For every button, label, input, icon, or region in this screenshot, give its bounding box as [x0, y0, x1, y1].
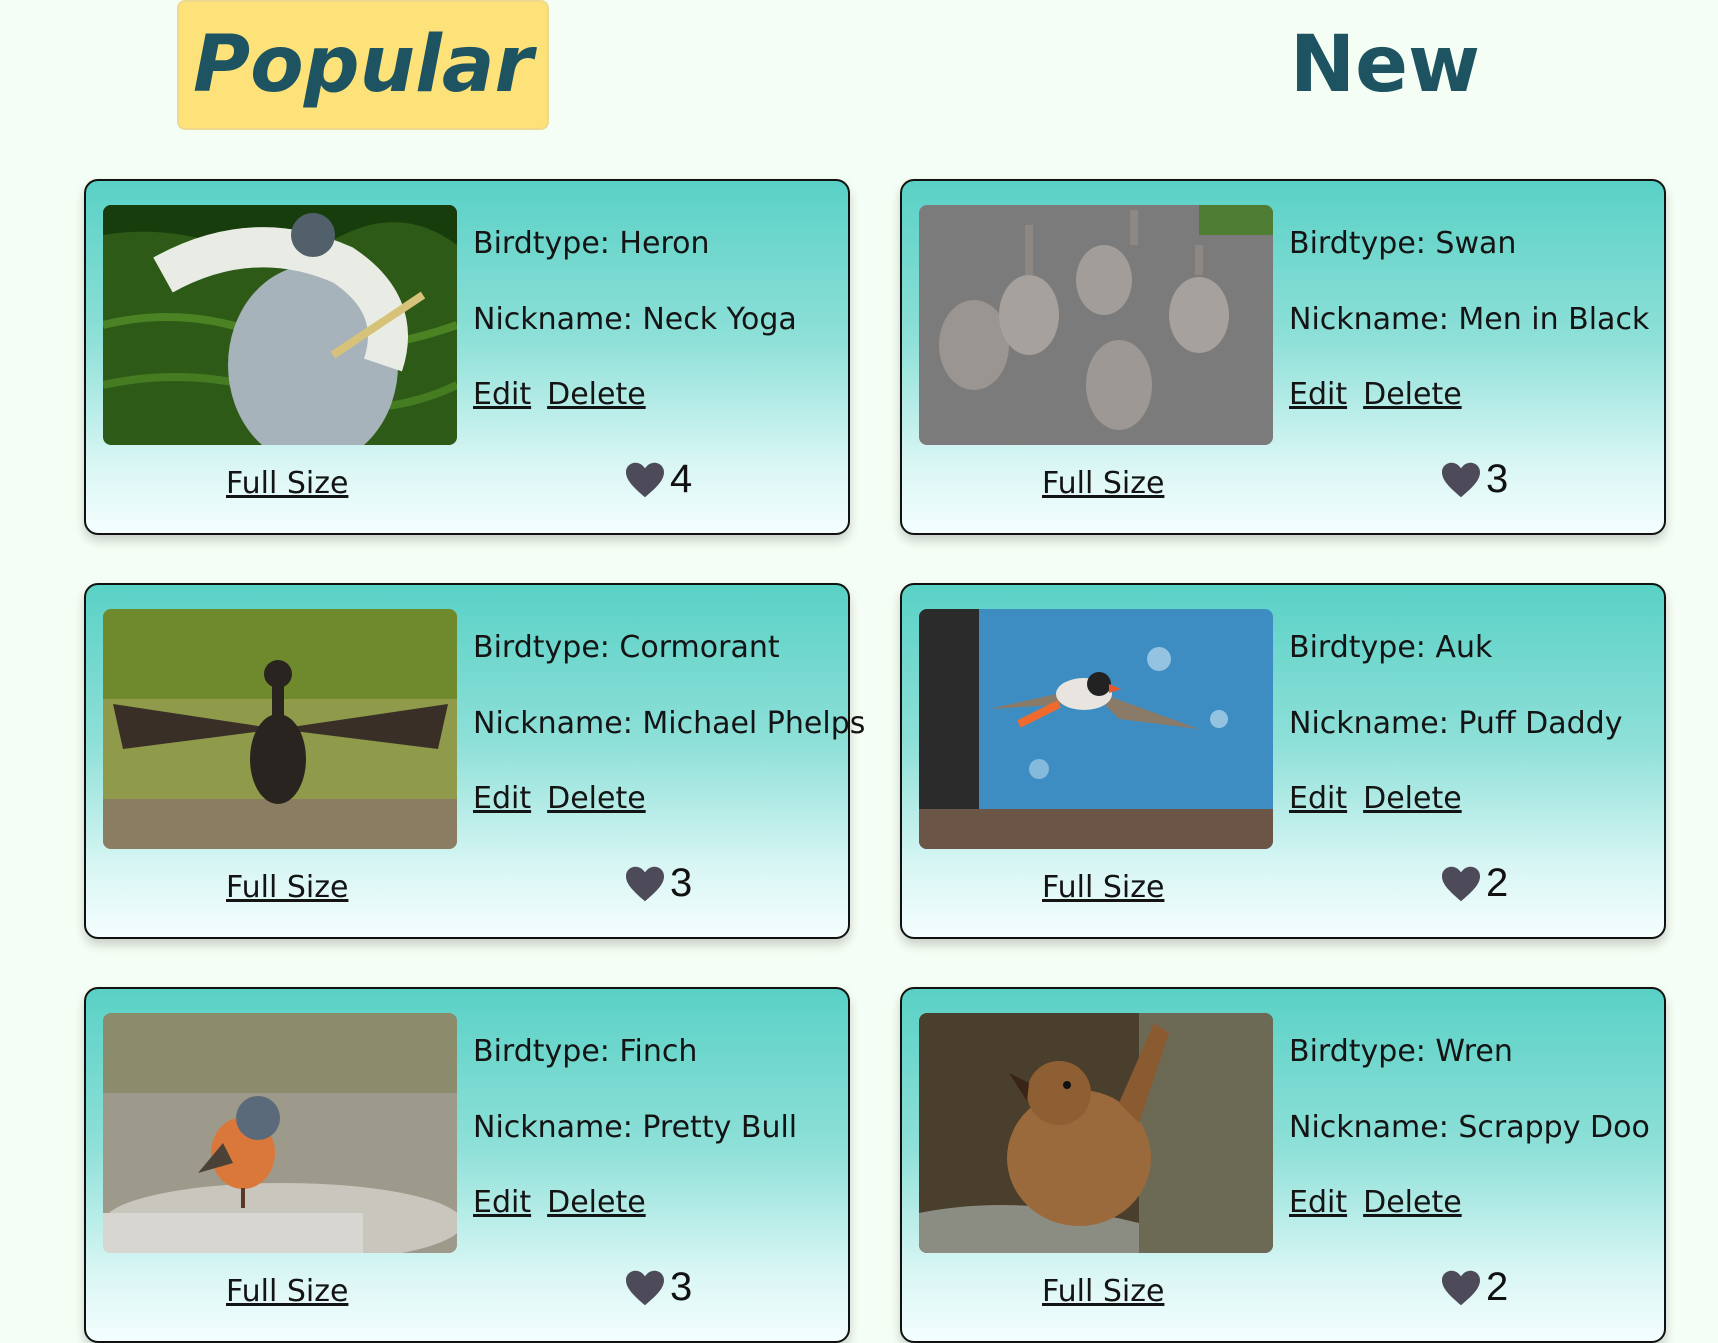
bird-card: Birdtype: Wren Nickname: Scrappy Doo Edi…	[900, 987, 1666, 1343]
like-count: 2	[1486, 1265, 1509, 1309]
bird-photo-cormorant	[103, 609, 457, 849]
edit-link[interactable]: Edit	[1289, 377, 1347, 412]
delete-link[interactable]: Delete	[547, 1185, 646, 1220]
like-count: 3	[670, 1265, 693, 1309]
bird-nickname: Nickname: Scrappy Doo	[1289, 1110, 1650, 1145]
edit-link[interactable]: Edit	[473, 1185, 531, 1220]
full-size-link[interactable]: Full Size	[226, 466, 348, 501]
heart-icon	[626, 1270, 664, 1305]
full-size-link[interactable]: Full Size	[1042, 466, 1164, 501]
delete-link[interactable]: Delete	[547, 781, 646, 816]
edit-link[interactable]: Edit	[473, 781, 531, 816]
bird-card: Birdtype: Finch Nickname: Pretty Bull Ed…	[84, 987, 850, 1343]
like-button[interactable]: 3	[1440, 457, 1508, 502]
bird-nickname: Nickname: Men in Black	[1289, 302, 1650, 337]
bird-type: Birdtype: Auk	[1289, 630, 1493, 665]
edit-link[interactable]: Edit	[1289, 781, 1347, 816]
heart-icon	[626, 866, 664, 901]
bird-photo-wren	[919, 1013, 1273, 1253]
like-button[interactable]: 3	[624, 1265, 692, 1310]
like-button[interactable]: 4	[624, 457, 692, 502]
bird-photo-finch	[103, 1013, 457, 1253]
like-button[interactable]: 3	[624, 861, 692, 906]
bird-photo-auk	[919, 609, 1273, 849]
full-size-link[interactable]: Full Size	[1042, 1274, 1164, 1309]
bird-card: Birdtype: Heron Nickname: Neck Yoga Edit…	[84, 179, 850, 535]
edit-link[interactable]: Edit	[473, 377, 531, 412]
bird-nickname: Nickname: Michael Phelps	[473, 706, 866, 741]
bird-photo-heron	[103, 205, 457, 445]
heart-icon	[1442, 1270, 1480, 1305]
like-button[interactable]: 2	[1440, 1265, 1508, 1310]
tab-popular[interactable]: Popular	[177, 0, 549, 130]
bird-card: Birdtype: Swan Nickname: Men in Black Ed…	[900, 179, 1666, 535]
bird-nickname: Nickname: Pretty Bull	[473, 1110, 798, 1145]
bird-type: Birdtype: Wren	[1289, 1034, 1513, 1069]
like-count: 2	[1486, 861, 1509, 905]
delete-link[interactable]: Delete	[1363, 1185, 1462, 1220]
like-count: 3	[670, 861, 693, 905]
heart-icon	[1442, 462, 1480, 497]
heart-icon	[626, 462, 664, 497]
bird-card: Birdtype: Auk Nickname: Puff Daddy Edit D…	[900, 583, 1666, 939]
bird-nickname: Nickname: Neck Yoga	[473, 302, 797, 337]
bird-nickname: Nickname: Puff Daddy	[1289, 706, 1623, 741]
delete-link[interactable]: Delete	[547, 377, 646, 412]
like-count: 3	[1486, 457, 1509, 501]
tab-new[interactable]: New	[1230, 0, 1540, 130]
full-size-link[interactable]: Full Size	[226, 870, 348, 905]
bird-type: Birdtype: Finch	[473, 1034, 698, 1069]
bird-photo-swan	[919, 205, 1273, 445]
like-button[interactable]: 2	[1440, 861, 1508, 906]
bird-card: Birdtype: Cormorant Nickname: Michael Ph…	[84, 583, 865, 939]
delete-link[interactable]: Delete	[1363, 781, 1462, 816]
full-size-link[interactable]: Full Size	[1042, 870, 1164, 905]
edit-link[interactable]: Edit	[1289, 1185, 1347, 1220]
bird-type: Birdtype: Heron	[473, 226, 710, 261]
bird-type: Birdtype: Swan	[1289, 226, 1517, 261]
delete-link[interactable]: Delete	[1363, 377, 1462, 412]
heart-icon	[1442, 866, 1480, 901]
bird-type: Birdtype: Cormorant	[473, 630, 780, 665]
full-size-link[interactable]: Full Size	[226, 1274, 348, 1309]
like-count: 4	[670, 457, 693, 501]
